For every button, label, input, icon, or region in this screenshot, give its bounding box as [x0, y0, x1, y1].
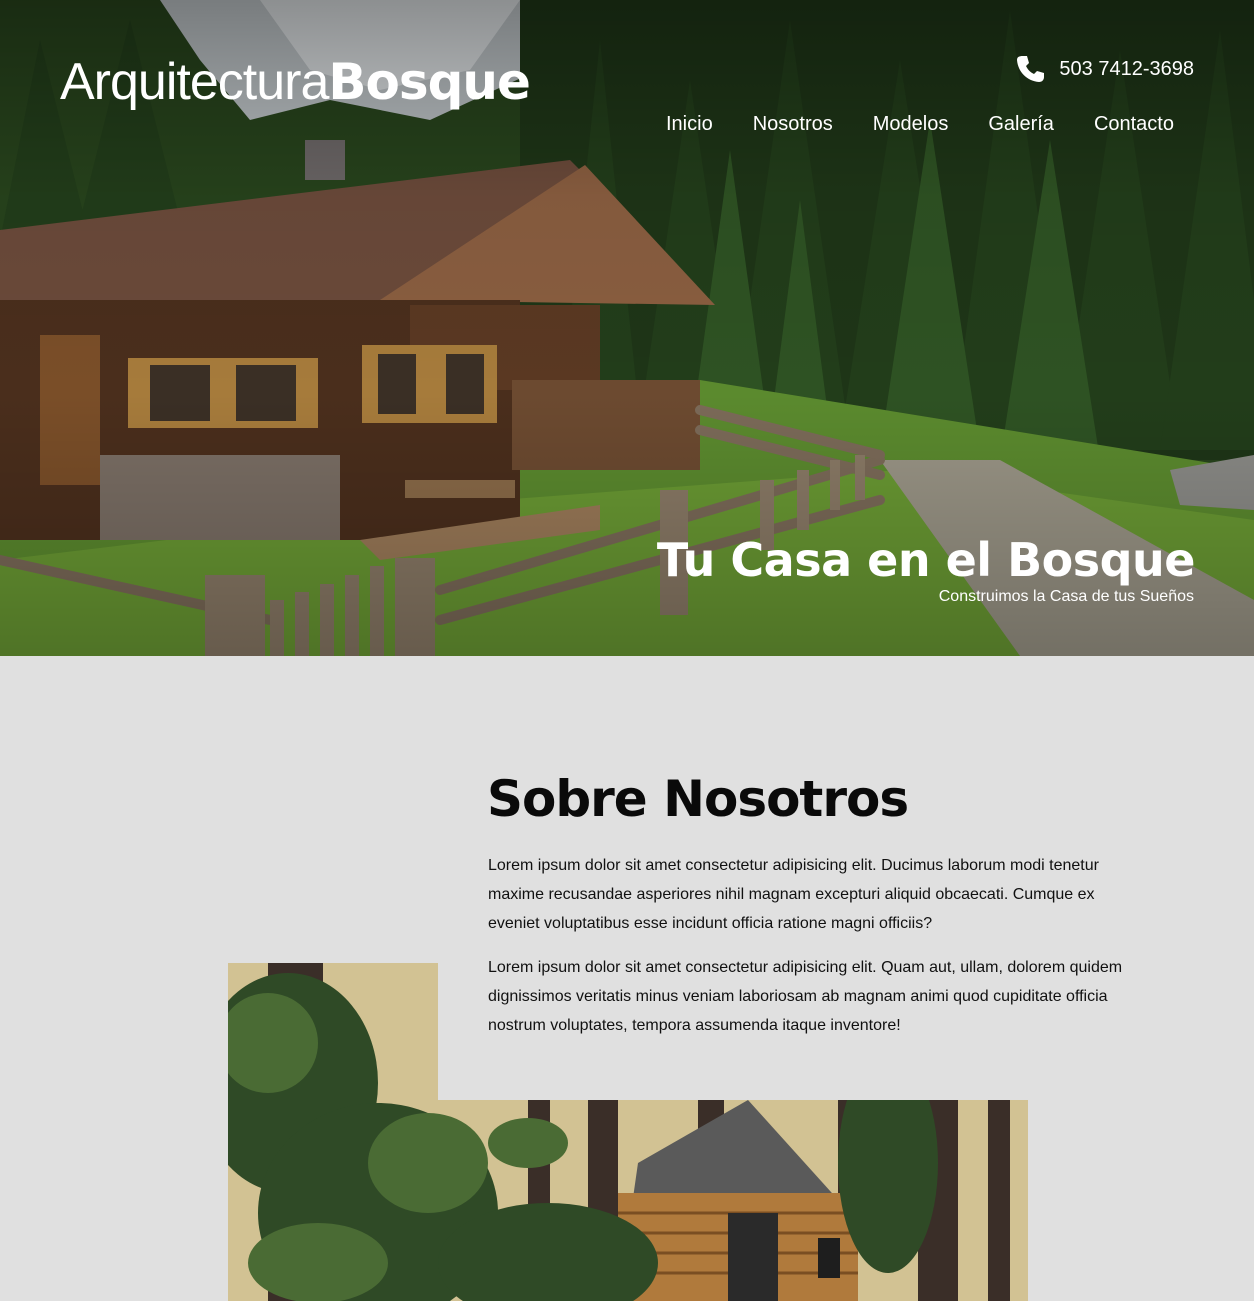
about-paragraph-1: Lorem ipsum dolor sit amet consectetur a…: [488, 857, 1099, 932]
hero-subtitle: Construimos la Casa de tus Sueños: [938, 588, 1194, 605]
phone-contact[interactable]: 503 7412-3698: [1015, 54, 1194, 84]
logo-bold-text: Bosque: [328, 53, 531, 111]
about-title: Sobre Nosotros: [487, 770, 909, 828]
logo-light-text: Arquitectura: [60, 53, 329, 111]
nav-item-modelos[interactable]: Modelos: [873, 113, 949, 136]
nav-item-nosotros[interactable]: Nosotros: [753, 113, 833, 136]
phone-icon: [1015, 54, 1045, 84]
hero-title: Tu Casa en el Bosque: [656, 533, 1196, 587]
site-logo[interactable]: ArquitecturaBosque: [60, 53, 531, 111]
nav-item-inicio[interactable]: Inicio: [666, 113, 713, 136]
nav-item-contacto[interactable]: Contacto: [1094, 113, 1174, 136]
nav-item-galeria[interactable]: Galería: [988, 113, 1054, 136]
phone-number: 503 7412-3698: [1059, 57, 1194, 80]
about-paragraph-2: Lorem ipsum dolor sit amet consectetur a…: [488, 959, 1123, 1034]
hero-section: ArquitecturaBosque 503 7412-3698 Inicio …: [0, 0, 1254, 656]
main-nav: Inicio Nosotros Modelos Galería Contacto: [666, 113, 1174, 136]
